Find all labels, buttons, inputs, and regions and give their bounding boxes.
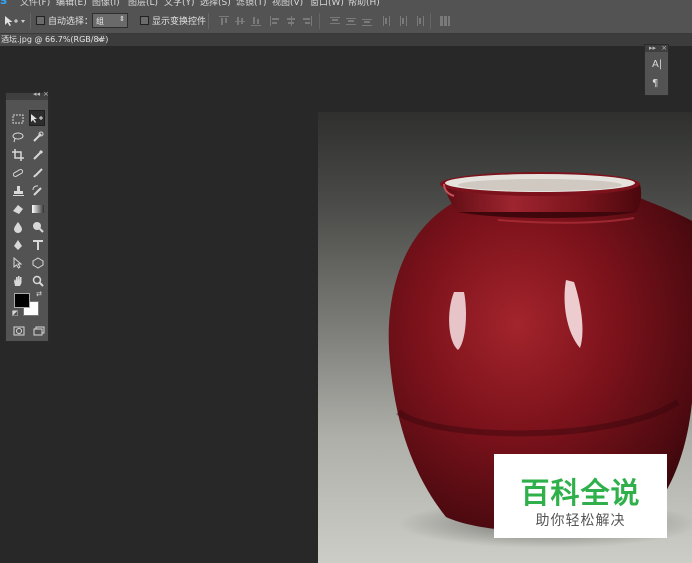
foreground-color-swatch[interactable] xyxy=(14,293,30,308)
auto-align-layers-icon[interactable] xyxy=(440,16,450,26)
panel-dock-header[interactable]: ▸▸ × xyxy=(645,45,668,52)
crop-tool-icon[interactable] xyxy=(10,147,26,163)
menu-type[interactable]: 文字(Y) xyxy=(164,0,195,8)
menu-edit[interactable]: 编辑(E) xyxy=(56,0,87,8)
show-transform-label: 显示变换控件 xyxy=(152,17,207,27)
distribute-hcenter-icon[interactable] xyxy=(398,16,408,26)
gradient-tool-icon[interactable] xyxy=(30,201,46,217)
collapsed-panel-dock: ▸▸ × A| ¶ xyxy=(644,44,669,96)
align-hcenter-icon[interactable] xyxy=(286,16,296,26)
eyedropper-tool-icon[interactable] xyxy=(30,147,46,163)
distribute-top-icon[interactable] xyxy=(330,16,340,26)
menu-filter[interactable]: 滤镜(T) xyxy=(236,0,267,8)
paragraph-panel-icon[interactable]: ¶ xyxy=(652,78,658,89)
options-separator xyxy=(319,13,320,29)
hand-tool-icon[interactable] xyxy=(10,273,26,289)
path-selection-tool-icon[interactable] xyxy=(10,255,26,271)
distribute-vcenter-icon[interactable] xyxy=(346,16,356,26)
close-icon[interactable]: × xyxy=(661,44,667,52)
spot-healing-tool-icon[interactable] xyxy=(10,165,26,181)
default-colors-icon[interactable]: ◩ xyxy=(10,309,20,317)
menu-select[interactable]: 选择(S) xyxy=(200,0,231,8)
marquee-tool-icon[interactable] xyxy=(10,111,26,127)
auto-select-checkbox[interactable] xyxy=(36,16,45,25)
quick-mask-icon[interactable] xyxy=(11,323,27,339)
dodge-tool-icon[interactable] xyxy=(30,219,46,235)
history-brush-tool-icon[interactable] xyxy=(30,183,46,199)
lasso-tool-icon[interactable] xyxy=(10,129,26,145)
menu-window[interactable]: 窗口(W) xyxy=(310,0,344,8)
collapse-icon[interactable]: ◂◂ xyxy=(33,90,40,98)
eraser-tool-icon[interactable] xyxy=(10,201,26,217)
type-tool-icon[interactable] xyxy=(30,237,46,253)
document-tab-bar: 酒坛.jpg @ 66.7%(RGB/8#) × xyxy=(0,34,692,46)
app-logo: S xyxy=(0,0,8,7)
screen-mode-icon[interactable] xyxy=(31,323,47,339)
show-transform-checkbox[interactable] xyxy=(140,16,149,25)
document-tab[interactable]: 酒坛.jpg @ 66.7%(RGB/8#) × xyxy=(0,34,109,46)
options-bar: 自动选择： 组 ⇕ 显示变换控件 xyxy=(0,8,692,34)
options-separator xyxy=(430,13,431,29)
menu-help[interactable]: 帮助(H) xyxy=(348,0,380,8)
align-right-icon[interactable] xyxy=(302,16,312,26)
align-top-icon[interactable] xyxy=(219,16,229,26)
watermark-subtitle: 助你轻松解决 xyxy=(535,513,626,529)
document-tab-label: 酒坛.jpg @ 66.7%(RGB/8#) xyxy=(1,35,109,44)
auto-select-value: 组 xyxy=(96,17,104,26)
character-panel-icon[interactable]: A| xyxy=(652,59,662,70)
distribute-right-icon[interactable] xyxy=(414,16,424,26)
options-separator xyxy=(208,13,209,29)
menu-view[interactable]: 视图(V) xyxy=(272,0,303,8)
blur-tool-icon[interactable] xyxy=(10,219,26,235)
align-vcenter-icon[interactable] xyxy=(235,16,245,26)
distribute-bottom-icon[interactable] xyxy=(362,16,372,26)
watermark-title: 百科全说 xyxy=(520,476,641,510)
move-arrow-icon xyxy=(5,16,25,26)
brush-tool-icon[interactable] xyxy=(30,165,46,181)
auto-select-dropdown[interactable]: 组 ⇕ xyxy=(92,13,128,28)
close-icon[interactable]: × xyxy=(96,34,103,46)
expand-panels-icon[interactable]: ▸▸ xyxy=(649,44,656,52)
align-bottom-icon[interactable] xyxy=(251,16,261,26)
menu-bar: S 文件(F) 编辑(E) 图像(I) 图层(L) 文字(Y) 选择(S) 滤镜… xyxy=(0,0,692,8)
close-icon[interactable]: × xyxy=(43,90,49,98)
shape-tool-icon[interactable] xyxy=(30,255,46,271)
distribute-left-icon[interactable] xyxy=(382,16,392,26)
menu-layer[interactable]: 图层(L) xyxy=(128,0,158,8)
move-tool-icon[interactable] xyxy=(29,110,45,126)
dropdown-arrow-icon: ⇕ xyxy=(119,15,125,23)
options-separator xyxy=(30,13,31,29)
menu-file[interactable]: 文件(F) xyxy=(20,0,50,8)
quick-selection-tool-icon[interactable] xyxy=(30,129,46,145)
pen-tool-icon[interactable] xyxy=(10,237,26,253)
tool-preset-picker[interactable] xyxy=(4,15,28,27)
watermark: 百科全说 助你轻松解决 xyxy=(494,454,667,538)
menu-image[interactable]: 图像(I) xyxy=(92,0,120,8)
align-left-icon[interactable] xyxy=(270,16,280,26)
clone-stamp-tool-icon[interactable] xyxy=(10,183,26,199)
auto-select-label: 自动选择： xyxy=(48,17,94,27)
zoom-tool-icon[interactable] xyxy=(30,273,46,289)
tools-panel-header[interactable]: ◂◂ × xyxy=(6,90,49,100)
swap-colors-icon[interactable]: ⇄ xyxy=(34,290,44,298)
